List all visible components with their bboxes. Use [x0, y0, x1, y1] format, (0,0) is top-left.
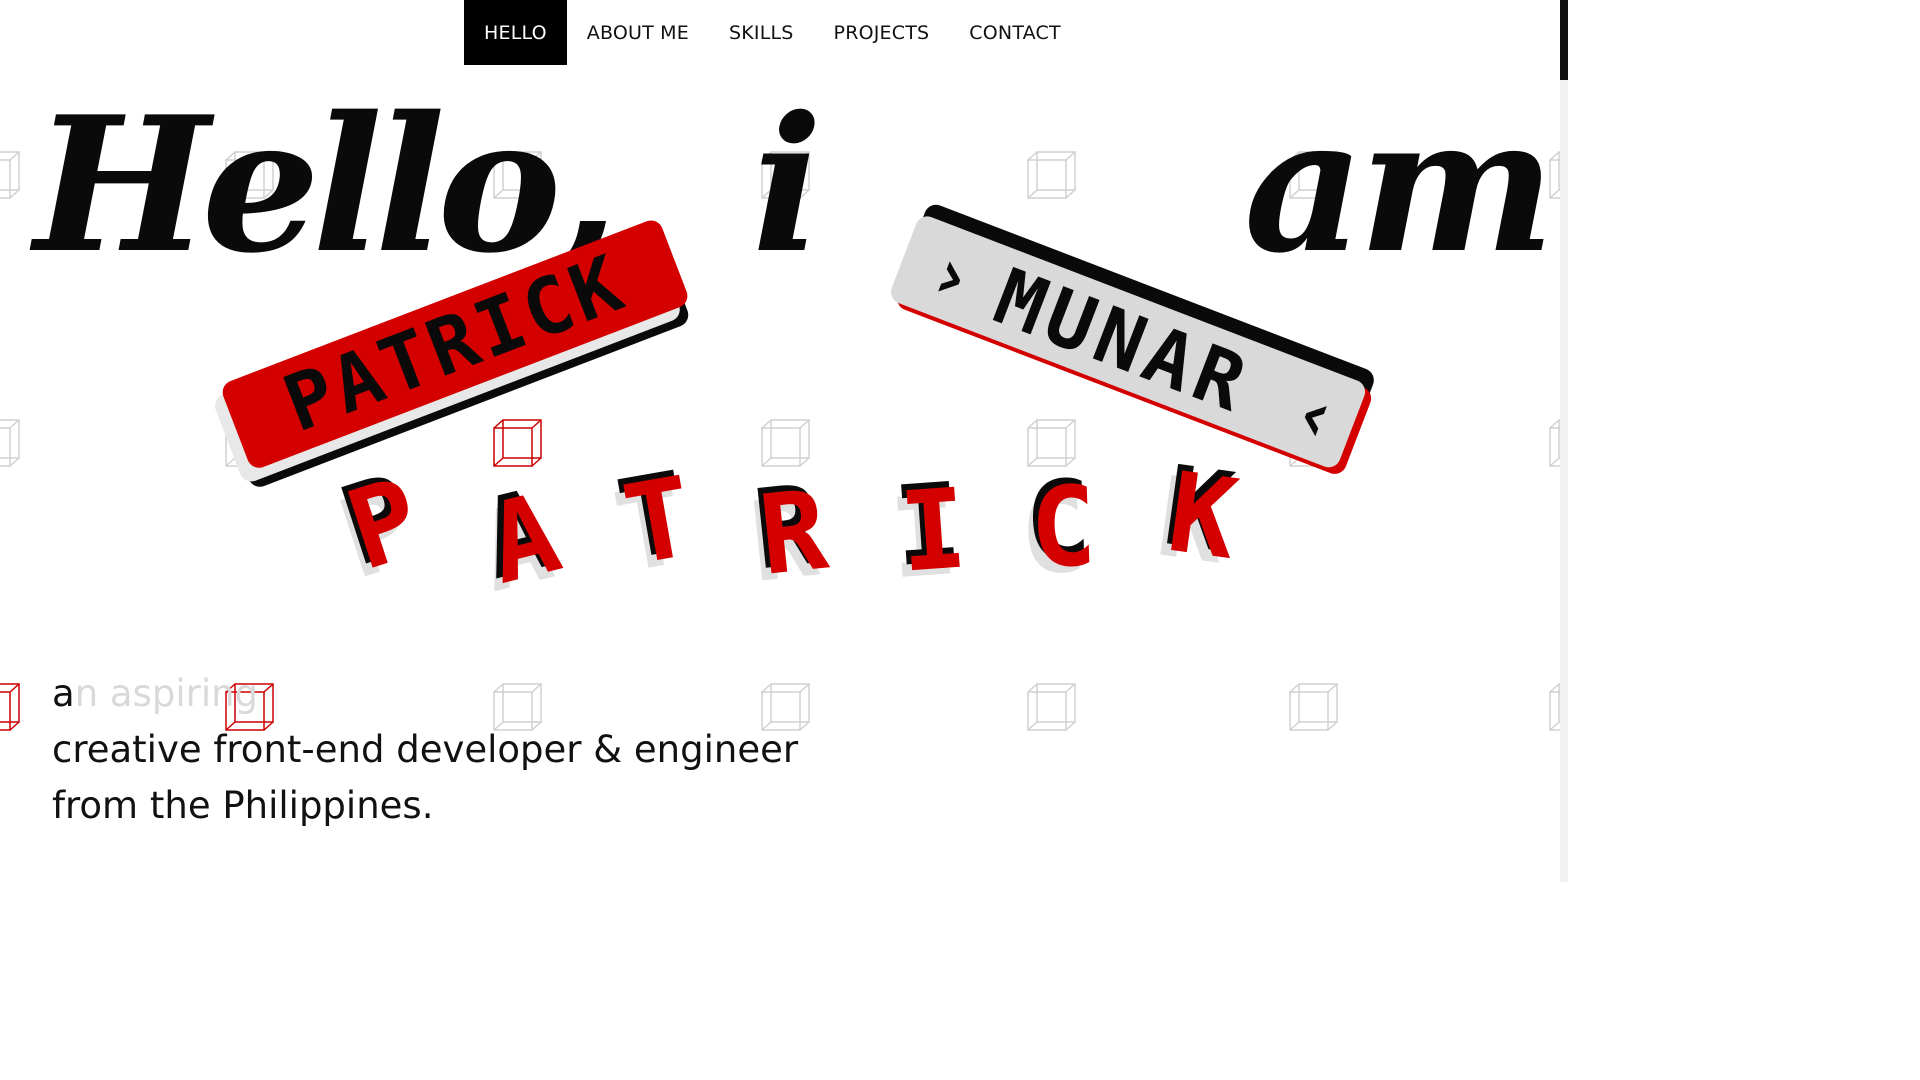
letter-3d-t: TTT: [606, 447, 702, 597]
letter-3d-layer: R: [754, 466, 834, 600]
letter-3d-p: PPP: [325, 449, 435, 600]
intro-line-2: creative front-end developer & engineer: [52, 728, 799, 771]
nav-item-hello[interactable]: HELLO: [464, 0, 567, 65]
scrollbar-thumb[interactable]: [1560, 0, 1568, 80]
main-nav: HELLO ABOUT ME SKILLS PROJECTS CONTACT: [464, 0, 1081, 65]
nav-item-projects[interactable]: PROJECTS: [814, 0, 950, 65]
intro-typed: a: [52, 672, 75, 715]
letter-3d-layer: I: [896, 464, 971, 596]
hero-word-i: i: [752, 75, 823, 294]
nav-item-skills[interactable]: SKILLS: [709, 0, 814, 65]
letter-3d-k: KKK: [1150, 441, 1244, 588]
letter-3d-a: AAA: [468, 464, 571, 600]
letters-3d-row: PPP AAA TTT RRR III CCC KKK: [325, 441, 1244, 600]
letter-3d-c: CCC: [1018, 456, 1099, 598]
letter-3d-i: III: [886, 459, 971, 600]
scrollbar-track[interactable]: [1560, 0, 1568, 882]
intro-line-3: from the Philippines.: [52, 784, 434, 827]
nav-item-about-me[interactable]: ABOUT ME: [567, 0, 709, 65]
intro-text: an aspiring creative front-end developer…: [52, 666, 798, 834]
letter-3d-r: RRR: [744, 460, 834, 600]
intro-untyped: n aspiring: [74, 672, 259, 715]
letter-3d-layer: C: [1028, 462, 1099, 592]
nav-item-contact[interactable]: CONTACT: [949, 0, 1081, 65]
